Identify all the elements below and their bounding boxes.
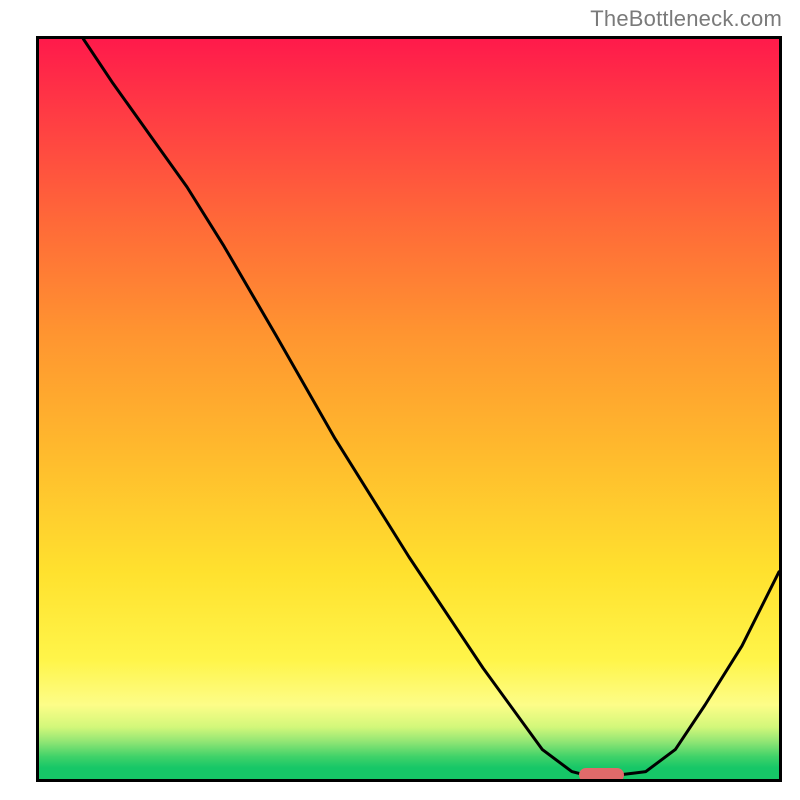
chart-plot-area: [36, 36, 782, 782]
chart-marker-pill: [579, 768, 623, 782]
watermark-text: TheBottleneck.com: [590, 6, 782, 32]
chart-line-curve: [39, 39, 779, 779]
